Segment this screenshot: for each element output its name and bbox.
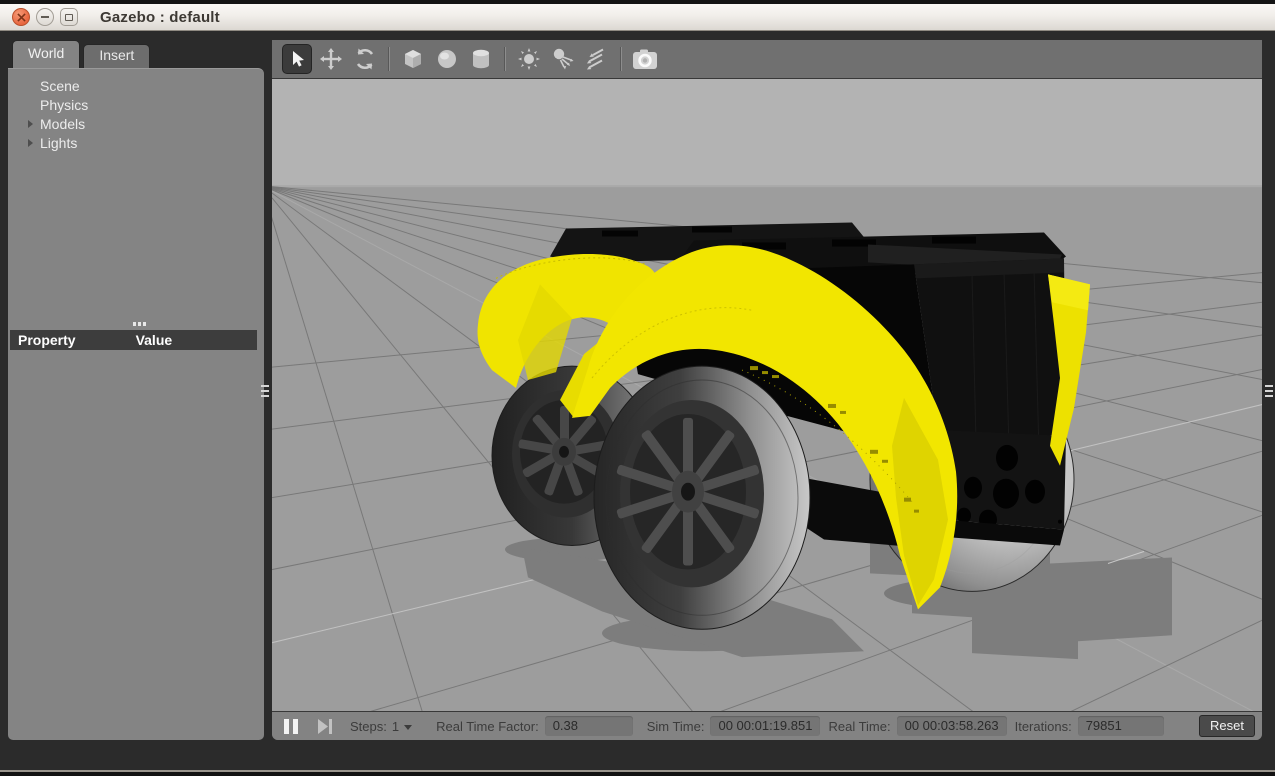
rtf-field[interactable]: 0.38 bbox=[544, 716, 633, 736]
tab-world[interactable]: World bbox=[12, 40, 81, 68]
tree-item-label: Models bbox=[40, 115, 86, 132]
wheel-front-left bbox=[593, 365, 811, 630]
column-resize-handle[interactable] bbox=[133, 322, 146, 326]
pause-icon bbox=[293, 718, 298, 734]
select-arrow-icon bbox=[293, 51, 304, 67]
cylinder-icon bbox=[473, 49, 489, 69]
property-value-header: Property Value bbox=[10, 330, 257, 350]
tree-item-label: Physics bbox=[40, 96, 89, 113]
titlebar[interactable]: Gazebo : default bbox=[0, 4, 1275, 31]
directional-light-tool-button[interactable] bbox=[582, 44, 612, 74]
steps-label: Steps: bbox=[350, 718, 387, 734]
minimize-button[interactable] bbox=[36, 8, 54, 26]
spot-light-tool-button[interactable] bbox=[548, 44, 578, 74]
spot-light-icon bbox=[553, 48, 574, 70]
reset-button[interactable]: Reset bbox=[1199, 715, 1255, 737]
render-canvas[interactable] bbox=[272, 78, 1262, 712]
iterations-field[interactable]: 79851 bbox=[1077, 716, 1164, 736]
close-icon bbox=[16, 12, 26, 22]
box-tool-button[interactable] bbox=[398, 44, 428, 74]
translate-icon bbox=[320, 48, 342, 70]
render-viewport-panel: Steps: 1 Real Time Factor: 0.38 Sim Time… bbox=[272, 40, 1262, 740]
sphere-tool-button[interactable] bbox=[432, 44, 462, 74]
tree-item-lights[interactable]: Lights bbox=[8, 133, 264, 152]
minimize-icon bbox=[41, 16, 49, 18]
tree-item-label: Scene bbox=[40, 77, 80, 94]
step-forward-icon bbox=[318, 718, 332, 734]
translate-tool-button[interactable] bbox=[316, 44, 346, 74]
world-tree-panel: Scene Physics Models Lights Property Val… bbox=[8, 68, 264, 740]
pause-button[interactable] bbox=[282, 717, 300, 736]
expand-arrow-icon[interactable] bbox=[28, 119, 33, 128]
maximize-icon bbox=[65, 13, 73, 21]
box-icon bbox=[405, 50, 421, 68]
tree-item-physics[interactable]: Physics bbox=[8, 95, 264, 114]
tree-item-models[interactable]: Models bbox=[8, 114, 264, 133]
render-toolbar bbox=[272, 40, 1262, 78]
horizon bbox=[272, 185, 1262, 188]
sphere-icon bbox=[438, 50, 456, 68]
select-tool-button[interactable] bbox=[282, 44, 312, 74]
rtf-label: Real Time Factor: bbox=[436, 718, 539, 734]
property-column-header: Property bbox=[18, 332, 76, 348]
real-time-label: Real Time: bbox=[828, 718, 891, 734]
directional-light-icon bbox=[587, 48, 604, 70]
steps-value: 1 bbox=[391, 718, 400, 734]
tree-item-label: Lights bbox=[40, 134, 78, 151]
left-splitter-handle[interactable] bbox=[261, 385, 269, 397]
tree-item-scene[interactable]: Scene bbox=[8, 76, 264, 95]
step-button[interactable] bbox=[314, 716, 336, 737]
toolbar-separator bbox=[620, 47, 622, 71]
point-light-tool-button[interactable] bbox=[514, 44, 544, 74]
sky bbox=[272, 79, 1262, 187]
spin-down-icon[interactable] bbox=[404, 724, 413, 730]
real-time-field[interactable]: 00 00:03:58.263 bbox=[896, 716, 1007, 736]
camera-icon bbox=[633, 49, 657, 69]
screenshot-tool-button[interactable] bbox=[630, 44, 660, 74]
rotate-tool-button[interactable] bbox=[350, 44, 380, 74]
tab-insert[interactable]: Insert bbox=[83, 44, 151, 68]
sim-time-field[interactable]: 00 00:01:19.851 bbox=[710, 716, 821, 736]
toolbar-separator bbox=[504, 47, 506, 71]
world-tree: Scene Physics Models Lights bbox=[8, 69, 264, 152]
maximize-button[interactable] bbox=[60, 8, 78, 26]
expand-arrow-icon[interactable] bbox=[28, 138, 33, 147]
steps-spinbox[interactable]: 1 bbox=[387, 718, 413, 734]
rotate-icon bbox=[356, 48, 374, 70]
value-column-header: Value bbox=[135, 332, 173, 348]
right-splitter-handle[interactable] bbox=[1265, 385, 1273, 397]
iterations-label: Iterations: bbox=[1014, 718, 1072, 734]
toolbar-separator bbox=[388, 47, 390, 71]
panel-tab-bar: World Insert bbox=[8, 40, 151, 68]
scene-3d bbox=[272, 79, 1262, 711]
window-title: Gazebo : default bbox=[100, 8, 220, 26]
desktop-edge-bottom bbox=[0, 772, 1275, 776]
pause-icon bbox=[284, 718, 289, 734]
sim-time-label: Sim Time: bbox=[646, 718, 705, 734]
close-button[interactable] bbox=[12, 8, 30, 26]
simulation-statusbar: Steps: 1 Real Time Factor: 0.38 Sim Time… bbox=[272, 712, 1262, 740]
point-light-icon bbox=[518, 48, 540, 70]
gazebo-window: Gazebo : default World Insert Scene Phys… bbox=[0, 0, 1275, 776]
cylinder-tool-button[interactable] bbox=[466, 44, 496, 74]
world-panel: World Insert Scene Physics Models Lights… bbox=[8, 40, 264, 740]
